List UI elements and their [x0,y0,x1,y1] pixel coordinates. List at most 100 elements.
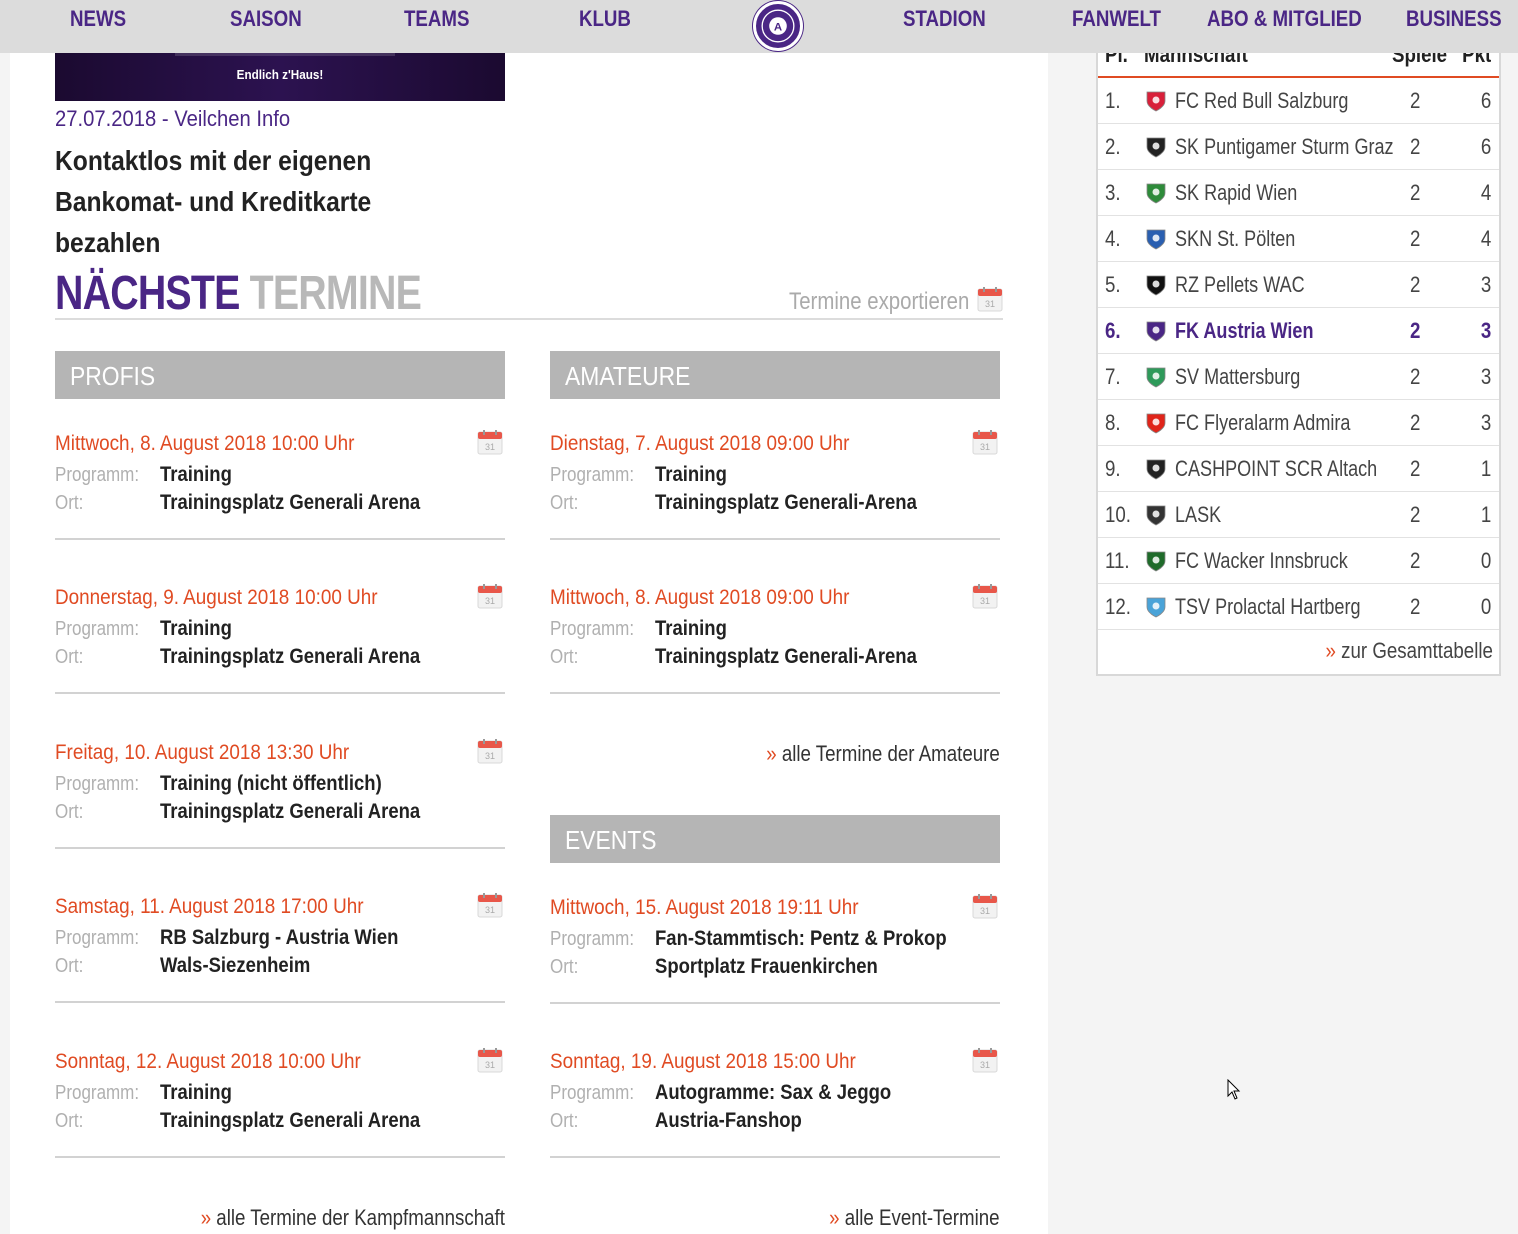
full-table-link[interactable]: » zur Gesamttabelle [1326,638,1493,664]
add-to-calendar-icon[interactable]: 31 [477,892,503,923]
row-points: 4 [1480,180,1491,205]
row-team[interactable]: TSV Prolactal Hartberg [1175,594,1360,620]
event-divider [55,1001,505,1003]
row-played: 2 [1410,364,1421,389]
svg-text:31: 31 [980,906,990,916]
row-team[interactable]: SK Rapid Wien [1175,180,1297,206]
row-team[interactable]: SKN St. Pölten [1175,226,1295,252]
event-item[interactable]: Mittwoch, 8. August 2018 10:00 Uhr 31 Prog… [55,429,505,552]
place-value: Trainingsplatz Generali Arena [160,645,421,668]
events-more-link[interactable]: » alle Event-Termine [830,1205,1000,1231]
row-team[interactable]: SV Mattersburg [1175,364,1300,390]
nav-business[interactable]: BUSINESS [1406,6,1502,32]
amateure-more-link[interactable]: » alle Termine der Amateure [766,741,1000,767]
event-date[interactable]: Donnerstag, 9. August 2018 10:00 Uhr [55,586,378,610]
place-value: Trainingsplatz Generali Arena [160,1109,421,1132]
event-item[interactable]: Sonntag, 19. August 2018 15:00 Uhr 31 Prog… [550,1047,1000,1170]
program-label: Programm: [55,927,140,949]
row-team[interactable]: LASK [1175,502,1221,528]
event-date[interactable]: Sonntag, 19. August 2018 15:00 Uhr [550,1050,856,1074]
calendar-icon[interactable]: 31 [977,286,1003,317]
table-row[interactable]: 7. SV Mattersburg 2 3 [1098,354,1499,400]
event-date[interactable]: Dienstag, 7. August 2018 09:00 Uhr [550,432,849,456]
add-to-calendar-icon[interactable]: 31 [477,429,503,460]
event-item[interactable]: Sonntag, 12. August 2018 10:00 Uhr 31 Prog… [55,1047,505,1170]
news-image[interactable]: Endlich z'Haus! [55,53,505,101]
row-position: 10. [1105,502,1132,527]
row-team[interactable]: FK Austria Wien [1175,318,1313,344]
event-item[interactable]: Dienstag, 7. August 2018 09:00 Uhr 31 Prog… [550,429,1000,552]
row-position: 7. [1105,364,1121,389]
table-row[interactable]: 8. FC Flyeralarm Admira 2 3 [1098,400,1499,446]
add-to-calendar-icon[interactable]: 31 [972,893,998,924]
table-row[interactable]: 9. CASHPOINT SCR Altach 2 1 [1098,446,1499,492]
event-item[interactable]: Freitag, 10. August 2018 13:30 Uhr 31 Prog… [55,738,505,861]
nav-stadion[interactable]: STADION [903,6,986,32]
row-position: 1. [1105,88,1121,113]
row-team[interactable]: FC Wacker Innsbruck [1175,548,1348,574]
team-crest-icon [1144,273,1168,297]
place-label: Ort: [55,1110,84,1132]
row-team[interactable]: FC Red Bull Salzburg [1175,88,1348,114]
team-crest-icon [1144,549,1168,573]
event-date[interactable]: Freitag, 10. August 2018 13:30 Uhr [55,741,349,765]
table-row[interactable]: 10. LASK 2 1 [1098,492,1499,538]
add-to-calendar-icon[interactable]: 31 [477,1047,503,1078]
club-crest-icon[interactable]: A [753,1,803,51]
event-date[interactable]: Mittwoch, 8. August 2018 09:00 Uhr [550,586,849,610]
profis-more-link[interactable]: » alle Termine der Kampfmannschaft [201,1205,505,1231]
event-date[interactable]: Sonntag, 12. August 2018 10:00 Uhr [55,1050,361,1074]
table-row[interactable]: 12. TSV Prolactal Hartberg 2 0 [1098,584,1499,630]
news-title[interactable]: Kontaktlos mit der eigenen Bankomat- und… [55,140,469,263]
section-divider [55,318,1003,320]
event-divider [55,692,505,694]
table-row[interactable]: 3. SK Rapid Wien 2 4 [1098,170,1499,216]
nav-fanwelt[interactable]: FANWELT [1072,6,1161,32]
program-label: Programm: [55,618,140,640]
row-team[interactable]: CASHPOINT SCR Altach [1175,456,1377,482]
event-divider [550,1002,1000,1004]
add-to-calendar-icon[interactable]: 31 [972,429,998,460]
event-item[interactable]: Mittwoch, 15. August 2018 19:11 Uhr 31 Pro… [550,893,1000,1016]
table-row[interactable]: 6. FK Austria Wien 2 3 [1098,308,1499,354]
table-row[interactable]: 4. SKN St. Pölten 2 4 [1098,216,1499,262]
row-position: 5. [1105,272,1121,297]
table-row[interactable]: 2. SK Puntigamer Sturm Graz 2 6 [1098,124,1499,170]
row-played: 2 [1410,410,1421,435]
team-crest-icon [1144,227,1168,251]
svg-text:31: 31 [485,1060,495,1070]
add-to-calendar-icon[interactable]: 31 [477,738,503,769]
program-label: Programm: [550,1082,635,1104]
nav-teams[interactable]: TEAMS [404,6,469,32]
table-row[interactable]: 5. RZ Pellets WAC 2 3 [1098,262,1499,308]
add-to-calendar-icon[interactable]: 31 [972,1047,998,1078]
export-link[interactable]: Termine exportieren [789,288,969,316]
event-item[interactable]: Samstag, 11. August 2018 17:00 Uhr 31 Prog… [55,892,505,1015]
row-played: 2 [1410,548,1421,573]
event-item[interactable]: Mittwoch, 8. August 2018 09:00 Uhr 31 Prog… [550,583,1000,706]
table-row[interactable]: 1. FC Red Bull Salzburg 2 6 [1098,78,1499,124]
events-header: EVENTS [550,815,1000,863]
program-label: Programm: [550,618,635,640]
event-date[interactable]: Samstag, 11. August 2018 17:00 Uhr [55,895,364,919]
add-to-calendar-icon[interactable]: 31 [477,583,503,614]
nav-news[interactable]: NEWS [70,6,126,32]
row-team[interactable]: SK Puntigamer Sturm Graz [1175,134,1394,160]
row-position: 4. [1105,226,1121,251]
nav-abo-mitglied[interactable]: ABO & MITGLIED [1207,6,1362,32]
place-label: Ort: [550,646,579,668]
add-to-calendar-icon[interactable]: 31 [972,583,998,614]
svg-text:31: 31 [485,751,495,761]
row-position: 3. [1105,180,1121,205]
event-item[interactable]: Donnerstag, 9. August 2018 10:00 Uhr 31 Pr… [55,583,505,706]
row-played: 2 [1410,180,1421,205]
event-divider [550,1156,1000,1158]
row-team[interactable]: FC Flyeralarm Admira [1175,410,1350,436]
place-label: Ort: [55,801,84,823]
nav-klub[interactable]: KLUB [579,6,631,32]
event-date[interactable]: Mittwoch, 15. August 2018 19:11 Uhr [550,896,859,920]
row-team[interactable]: RZ Pellets WAC [1175,272,1305,298]
event-date[interactable]: Mittwoch, 8. August 2018 10:00 Uhr [55,432,354,456]
table-row[interactable]: 11. FC Wacker Innsbruck 2 0 [1098,538,1499,584]
nav-saison[interactable]: SAISON [230,6,302,32]
